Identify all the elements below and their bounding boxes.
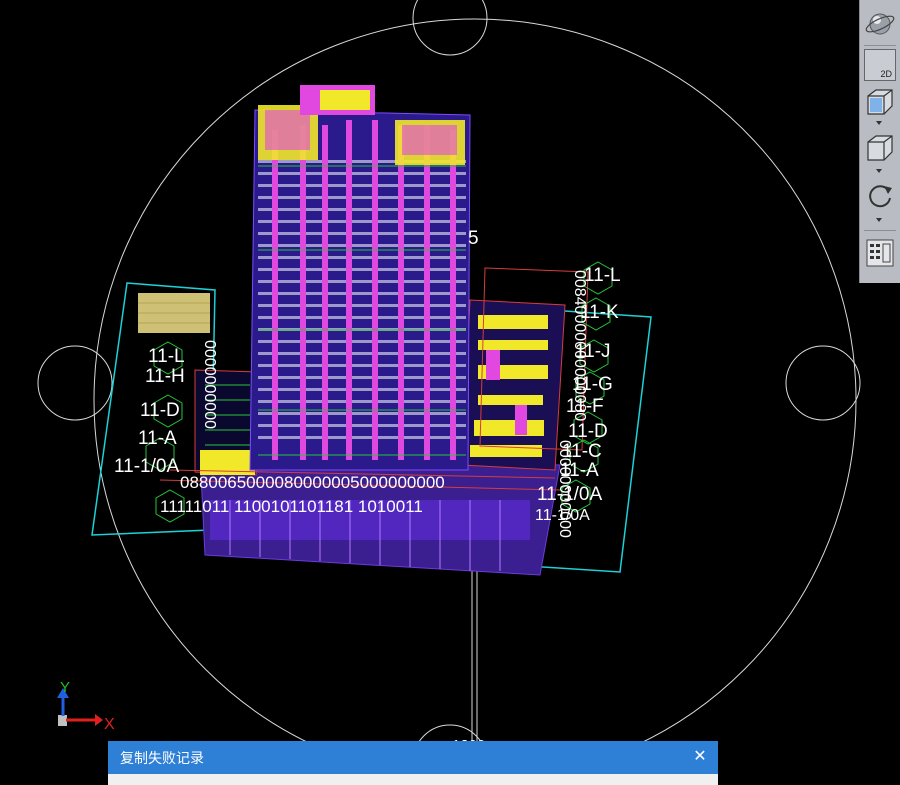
- svg-text:00000000000: 00000000000: [556, 440, 573, 538]
- rotate-icon[interactable]: [864, 180, 896, 212]
- orbit-handle-right[interactable]: [785, 345, 861, 421]
- copy-failure-dialog: 复制失败记录 ✕: [108, 741, 718, 785]
- view-toolbar: 2D: [859, 0, 900, 283]
- dialog-body: [108, 774, 718, 785]
- layer-list-icon[interactable]: [864, 237, 896, 269]
- svg-text:00840000000000080: 00840000000000080: [571, 270, 588, 421]
- svg-text:11111011 1100101101181 1010011: 11111011 1100101101181 1010011: [160, 497, 423, 516]
- svg-text:0880065000080000005000000000: 0880065000080000005000000000: [180, 473, 445, 492]
- cad-drawing: 0880065000080000005000000000 11111011 11…: [37, 0, 861, 785]
- orbit-sphere-icon[interactable]: [864, 8, 896, 40]
- close-icon[interactable]: ✕: [690, 746, 710, 766]
- view-cube-icon[interactable]: [864, 86, 896, 118]
- svg-text:0000000000: 0000000000: [201, 340, 218, 429]
- view-2d-label: 2D: [880, 69, 892, 79]
- view-cube-alt-icon[interactable]: [864, 132, 896, 164]
- dialog-title: 复制失败记录: [120, 751, 204, 767]
- dialog-titlebar[interactable]: 复制失败记录 ✕: [108, 741, 718, 774]
- view-2d-icon[interactable]: 2D: [864, 49, 896, 81]
- orbit-handle-left[interactable]: [37, 345, 113, 421]
- cad-viewport[interactable]: 0880065000080000005000000000 11111011 11…: [0, 0, 900, 785]
- orbit-handle-top[interactable]: [412, 0, 488, 56]
